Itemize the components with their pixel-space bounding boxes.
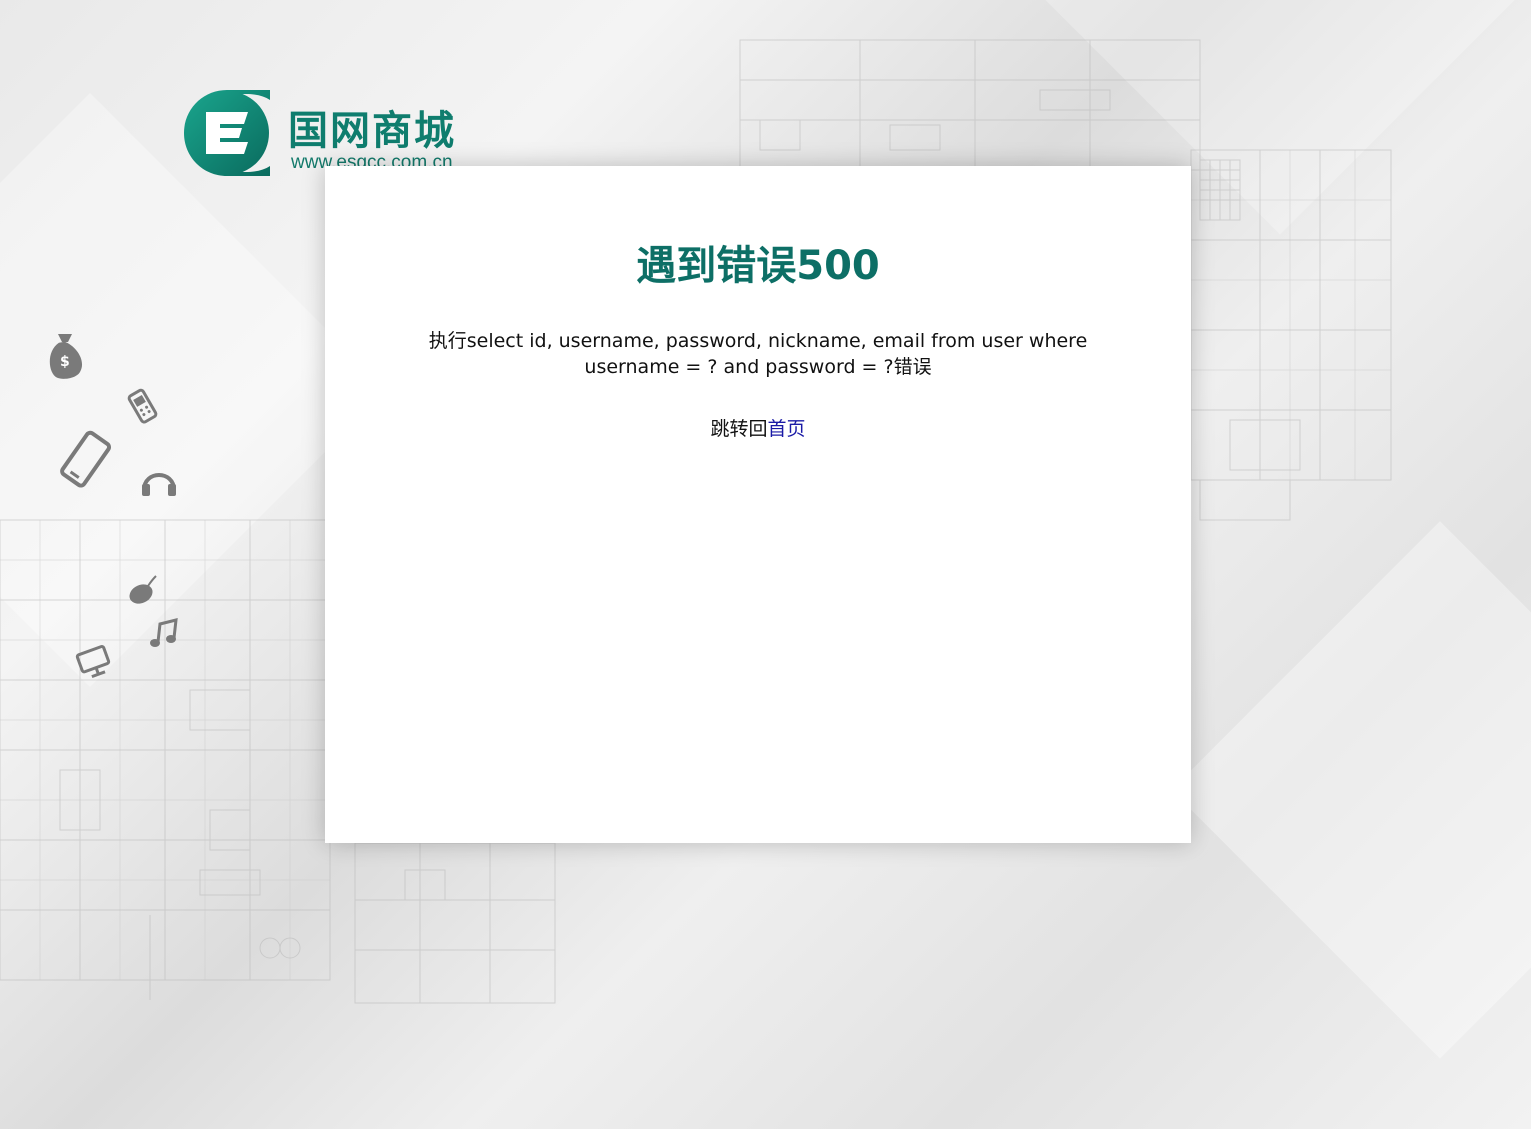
svg-text:$: $ — [60, 354, 70, 370]
music-note-icon — [150, 618, 178, 647]
smartphone-icon — [60, 430, 111, 488]
phone-icon — [127, 388, 158, 424]
error-message: 执行select id, username, password, nicknam… — [428, 330, 1088, 378]
home-link[interactable]: 首页 — [768, 418, 806, 440]
headphones-icon — [142, 473, 176, 496]
error-card: 遇到错误500 执行select id, username, password,… — [325, 166, 1191, 843]
redirect-line: 跳转回首页 — [325, 416, 1191, 442]
brand-logo[interactable]: 国网商城 www.esgcc.com.cn — [184, 90, 484, 176]
error-title: 遇到错误500 — [636, 243, 880, 289]
monitor-icon — [75, 644, 111, 679]
redirect-prefix: 跳转回 — [710, 418, 768, 440]
mouse-icon — [129, 575, 157, 604]
money-bag-icon: $ — [49, 334, 82, 379]
esgcc-logo-icon — [184, 90, 270, 176]
brand-name: 国网商城 — [288, 108, 456, 154]
